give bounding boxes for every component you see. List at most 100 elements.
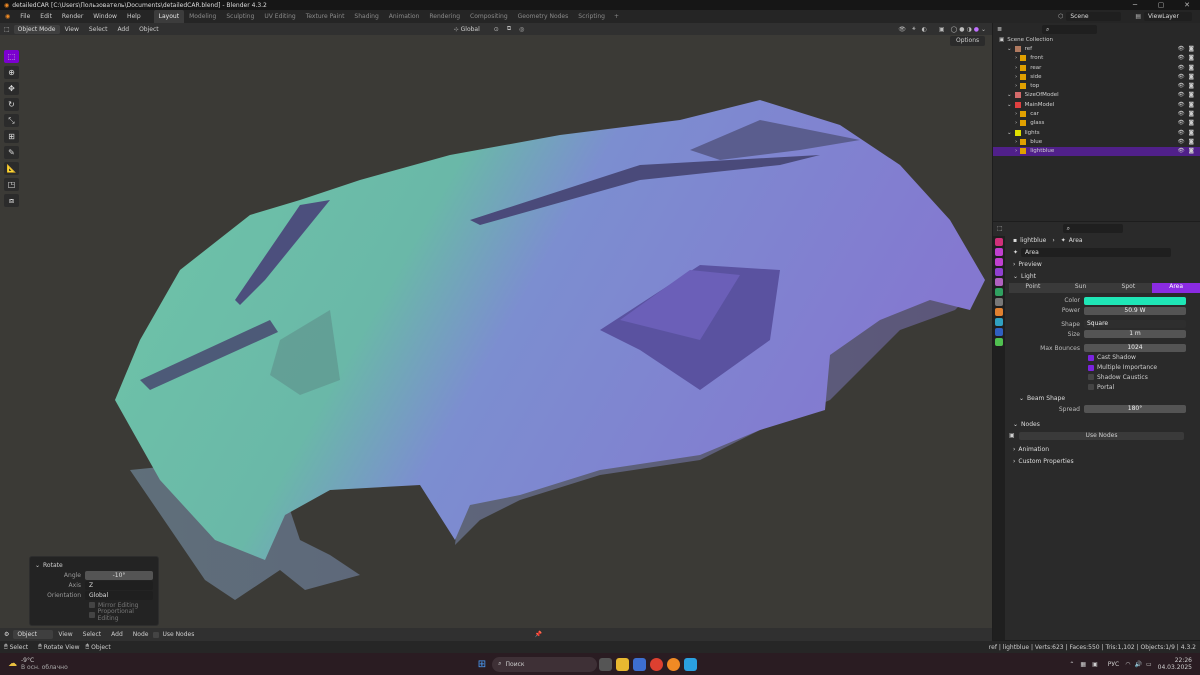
type-spot-button[interactable]: Spot bbox=[1104, 283, 1153, 293]
expand-chevron-icon[interactable]: › bbox=[1015, 83, 1017, 89]
outliner-item-ref[interactable]: ⌄ ref 👁 ◙ bbox=[993, 44, 1200, 53]
cursor-icon[interactable]: ⊕ bbox=[4, 66, 19, 79]
tool-tab-icon[interactable] bbox=[995, 238, 1003, 246]
custom-properties-panel[interactable]: › Custom Properties bbox=[1009, 456, 1200, 468]
mis-checkbox[interactable] bbox=[1088, 364, 1094, 371]
node-menu-view[interactable]: View bbox=[53, 628, 77, 641]
viewlayer-selector[interactable]: ViewLayer bbox=[1144, 12, 1192, 21]
telegram-icon[interactable] bbox=[684, 657, 698, 671]
light-panel[interactable]: ⌄ Light bbox=[1009, 270, 1200, 282]
eye-icon[interactable]: 👁 bbox=[1178, 55, 1185, 61]
render-camera-icon[interactable]: ◙ bbox=[1189, 46, 1194, 52]
output-tab-icon[interactable] bbox=[995, 258, 1003, 266]
orientation-selector[interactable]: Global bbox=[461, 26, 480, 33]
tray-app2-icon[interactable]: ▣ bbox=[1092, 661, 1098, 668]
use-nodes-button[interactable]: Use Nodes bbox=[1019, 431, 1184, 440]
spread-field[interactable]: 180° bbox=[1084, 405, 1186, 414]
3d-viewport[interactable]: Options bbox=[0, 35, 992, 628]
animation-panel[interactable]: › Animation bbox=[1009, 444, 1200, 456]
render-camera-icon[interactable]: ◙ bbox=[1189, 111, 1194, 117]
render-camera-icon[interactable]: ◙ bbox=[1189, 130, 1194, 136]
outliner-item-side[interactable]: › side 👁 ◙ bbox=[993, 72, 1200, 81]
render-camera-icon[interactable]: ◙ bbox=[1189, 74, 1194, 80]
blender-menu-icon[interactable]: ◉ bbox=[0, 10, 15, 23]
expand-chevron-icon[interactable]: › bbox=[1015, 74, 1017, 80]
outliner-item-top[interactable]: › top 👁 ◙ bbox=[993, 81, 1200, 90]
rotate-icon[interactable]: ↻ bbox=[4, 98, 19, 111]
render-camera-icon[interactable]: ◙ bbox=[1189, 83, 1194, 89]
measure-icon[interactable]: 📐 bbox=[4, 162, 19, 175]
collapse-icon[interactable]: ⌄ bbox=[35, 562, 40, 569]
node-object-selector[interactable]: Object bbox=[13, 630, 54, 639]
bounces-field[interactable]: 1024 bbox=[1084, 344, 1186, 353]
angle-field[interactable]: -10° bbox=[85, 570, 153, 580]
constraints-tab-icon[interactable] bbox=[995, 328, 1003, 336]
expand-chevron-icon[interactable]: ⌄ bbox=[1007, 130, 1012, 136]
expand-chevron-icon[interactable]: › bbox=[1015, 111, 1017, 117]
material-shading-icon[interactable]: ◑ bbox=[966, 26, 971, 33]
node-editor-type-icon[interactable]: ⚙ bbox=[4, 631, 9, 638]
properties-type-icon[interactable]: ⬚ bbox=[997, 225, 1003, 232]
scene-collection-row[interactable]: ▣ Scene Collection bbox=[993, 35, 1200, 44]
pin-icon[interactable]: 📌 bbox=[535, 631, 542, 638]
visibility-icon[interactable]: 👁 bbox=[898, 26, 906, 33]
battery-icon[interactable]: ▭ bbox=[1146, 661, 1152, 668]
expand-chevron-icon[interactable]: › bbox=[1015, 55, 1017, 61]
menu-select[interactable]: Select bbox=[84, 23, 113, 36]
render-camera-icon[interactable]: ◙ bbox=[1189, 139, 1194, 145]
orientation-select[interactable]: Global bbox=[85, 590, 153, 600]
overlay-icon[interactable]: ◐ bbox=[922, 26, 927, 33]
menu-render[interactable]: Render bbox=[57, 10, 88, 23]
solid-shading-icon[interactable]: ● bbox=[959, 26, 964, 33]
eye-icon[interactable]: 👁 bbox=[1178, 139, 1185, 145]
use-nodes-checkbox[interactable] bbox=[153, 631, 160, 638]
caustics-checkbox[interactable] bbox=[1088, 374, 1094, 381]
menu-object[interactable]: Object bbox=[134, 23, 164, 36]
eye-icon[interactable]: 👁 bbox=[1178, 130, 1185, 136]
type-point-button[interactable]: Point bbox=[1009, 283, 1057, 293]
menu-add[interactable]: Add bbox=[112, 23, 134, 36]
outliner-item-front[interactable]: › front 👁 ◙ bbox=[993, 54, 1200, 63]
menu-window[interactable]: Window bbox=[88, 10, 122, 23]
tab-shading[interactable]: Shading bbox=[349, 10, 383, 23]
clock-date[interactable]: 04.03.2025 bbox=[1158, 664, 1192, 671]
outliner-item-mainmodel[interactable]: ⌄ MainModel 👁 ◙ bbox=[993, 100, 1200, 109]
properties-search[interactable]: ⌕ bbox=[1062, 223, 1123, 233]
datablock-field[interactable]: Area bbox=[1021, 247, 1172, 257]
language-indicator[interactable]: РУС bbox=[1108, 661, 1119, 668]
tab-sculpting[interactable]: Sculpting bbox=[221, 10, 259, 23]
outliner-item-blue[interactable]: › blue 👁 ◙ bbox=[993, 137, 1200, 146]
pivot-icon[interactable]: ⊙ bbox=[494, 26, 499, 33]
tab-modeling[interactable]: Modeling bbox=[184, 10, 221, 23]
preview-panel[interactable]: › Preview bbox=[1009, 258, 1200, 270]
expand-chevron-icon[interactable]: ⌄ bbox=[1007, 92, 1012, 98]
wireframe-shading-icon[interactable]: ◯ bbox=[951, 26, 958, 33]
menu-help[interactable]: Help bbox=[122, 10, 146, 23]
outliner-item-car[interactable]: › car 👁 ◙ bbox=[993, 109, 1200, 118]
eye-icon[interactable]: 👁 bbox=[1178, 148, 1185, 154]
store-icon[interactable] bbox=[633, 657, 647, 671]
collection-tab-icon[interactable] bbox=[995, 298, 1003, 306]
car-model[interactable] bbox=[0, 35, 992, 628]
outliner-type-icon[interactable]: ≣ bbox=[997, 26, 1002, 33]
menu-file[interactable]: File bbox=[15, 10, 35, 23]
eye-icon[interactable]: 👁 bbox=[1178, 111, 1185, 117]
tab-texture-paint[interactable]: Texture Paint bbox=[301, 10, 350, 23]
view-layer-tab-icon[interactable] bbox=[995, 268, 1003, 276]
options-button[interactable]: Options bbox=[950, 36, 986, 46]
eye-icon[interactable]: 👁 bbox=[1178, 46, 1185, 52]
render-camera-icon[interactable]: ◙ bbox=[1189, 120, 1194, 126]
gizmo-icon[interactable]: ⚹ bbox=[912, 25, 916, 33]
eye-icon[interactable]: 👁 bbox=[1178, 74, 1185, 80]
wifi-icon[interactable]: ◠ bbox=[1125, 661, 1130, 668]
xray-icon[interactable]: ▣ bbox=[939, 26, 945, 33]
scale-icon[interactable]: ⤡ bbox=[4, 114, 19, 127]
node-menu-node[interactable]: Node bbox=[128, 628, 154, 641]
axis-select[interactable]: Z bbox=[85, 580, 153, 590]
select-box-icon[interactable]: ⬚ bbox=[4, 50, 19, 63]
type-sun-button[interactable]: Sun bbox=[1056, 283, 1105, 293]
power-field[interactable]: 50.9 W bbox=[1084, 306, 1186, 315]
outliner-item-lights[interactable]: ⌄ lights 👁 ◙ bbox=[993, 128, 1200, 137]
add-workspace-icon[interactable]: + bbox=[614, 13, 619, 20]
scene-selector[interactable]: Scene bbox=[1066, 12, 1122, 21]
